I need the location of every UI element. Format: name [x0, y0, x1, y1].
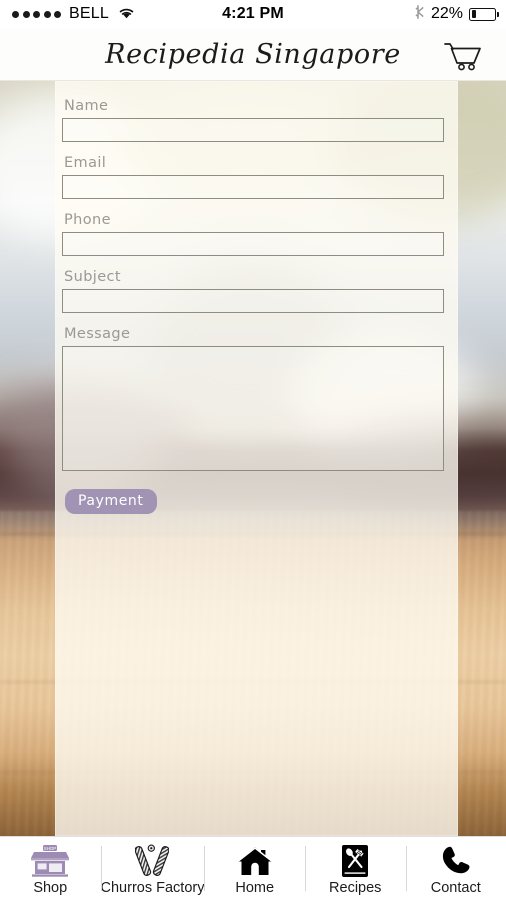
phone-handset-icon [439, 843, 473, 879]
tab-shop-label: Shop [33, 880, 68, 896]
form-field-subject: Subject [62, 269, 444, 313]
tab-recipes-label: Recipes [329, 880, 382, 896]
phone-label: Phone [64, 212, 111, 228]
battery-icon [469, 7, 499, 21]
battery-percent-label: 22% [430, 5, 463, 22]
phone-input[interactable] [62, 232, 444, 256]
page-title: Recipedia Singapore [105, 38, 401, 70]
churros-icon [135, 843, 170, 879]
shopping-cart-icon[interactable] [442, 41, 484, 76]
tab-contact-label: Contact [430, 880, 481, 896]
email-label: Email [64, 155, 107, 171]
form-field-message: Message [62, 326, 444, 471]
bottom-tab-bar: SHOP Shop Churros Factory Home Recipes C… [0, 836, 506, 900]
svg-text:SHOP: SHOP [44, 846, 57, 851]
form-field-name: Name [62, 98, 444, 142]
tab-contact[interactable]: Contact [405, 837, 506, 900]
message-label: Message [64, 326, 131, 342]
bluetooth-icon [415, 4, 425, 25]
status-bar-right: 22% [415, 4, 499, 25]
tab-churros-factory-label: Churros Factory [100, 880, 205, 896]
contact-form: Name Email Phone Subject Message Payment [62, 98, 444, 514]
status-bar: BELL 4:21 PM 22% [0, 0, 506, 28]
recipe-book-icon [340, 843, 370, 879]
name-label: Name [64, 98, 109, 114]
tab-recipes[interactable]: Recipes [304, 837, 406, 900]
message-textarea[interactable] [62, 346, 444, 471]
payment-button[interactable]: Payment [65, 489, 157, 514]
tab-shop[interactable]: SHOP Shop [0, 837, 101, 900]
tab-churros-factory[interactable]: Churros Factory [100, 837, 205, 900]
house-icon [237, 843, 273, 879]
form-field-email: Email [62, 155, 444, 199]
tab-home[interactable]: Home [204, 837, 305, 900]
email-input[interactable] [62, 175, 444, 199]
form-field-phone: Phone [62, 212, 444, 256]
tab-home-label: Home [235, 880, 275, 896]
subject-input[interactable] [62, 289, 444, 313]
name-input[interactable] [62, 118, 444, 142]
storefront-icon: SHOP [30, 843, 70, 879]
app-header: Recipedia Singapore [0, 28, 506, 81]
subject-label: Subject [64, 269, 122, 285]
